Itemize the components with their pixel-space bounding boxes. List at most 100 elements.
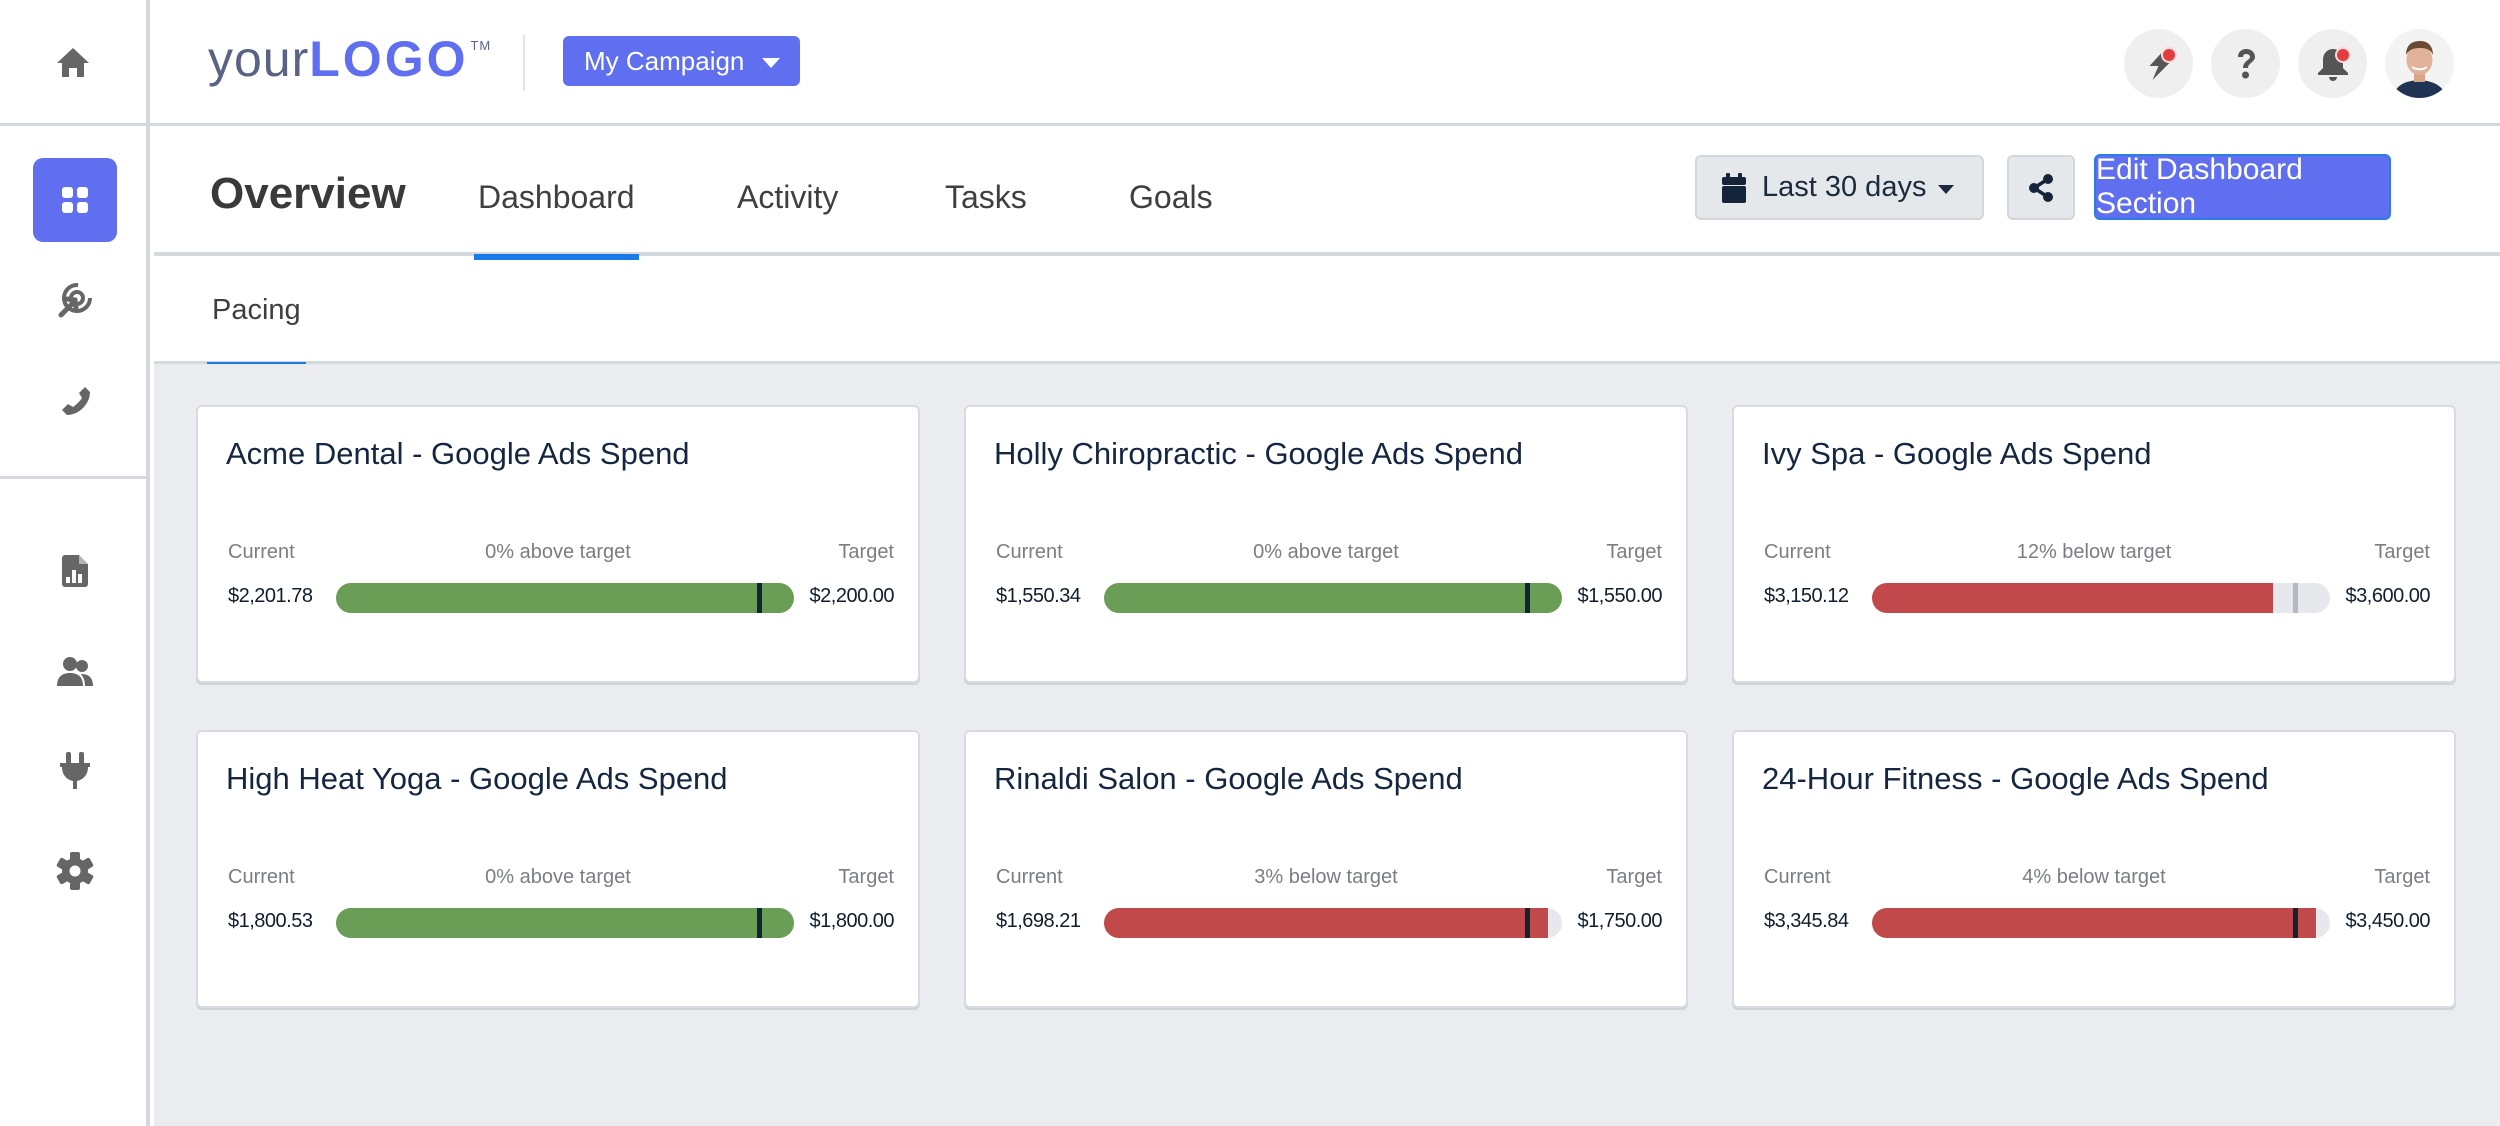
target-icon xyxy=(57,282,93,318)
help-button[interactable] xyxy=(2211,29,2280,98)
caret-down-icon xyxy=(762,58,781,68)
avatar-image xyxy=(2385,29,2454,98)
target-value: $1,550.00 xyxy=(1577,585,1663,607)
card-title: Acme Dental - Google Ads Spend xyxy=(226,436,690,471)
sidebar-item-home[interactable] xyxy=(0,12,146,112)
pacing-bar-track xyxy=(1104,908,1562,938)
pacing-bar-track xyxy=(336,908,794,938)
report-icon xyxy=(62,555,88,587)
sidebar-item-campaigns[interactable] xyxy=(0,250,150,350)
caret-down-icon xyxy=(1938,185,1955,194)
pacing-bar-fill xyxy=(1104,908,1549,938)
user-avatar[interactable] xyxy=(2385,29,2454,98)
share-button[interactable] xyxy=(2007,155,2075,220)
sidebar-item-settings[interactable] xyxy=(0,821,150,921)
top-header: yourLOGO TM My Campaign xyxy=(150,0,2500,126)
pacing-status: 0% above target xyxy=(1253,541,1399,563)
target-label: Target xyxy=(2374,866,2430,888)
pacing-status: 0% above target xyxy=(485,541,631,563)
card-title: Rinaldi Salon - Google Ads Spend xyxy=(994,761,1463,796)
pacing-bar-track xyxy=(1104,583,1562,613)
tab-goals[interactable]: Goals xyxy=(1129,179,1213,256)
current-value: $3,150.12 xyxy=(1764,585,1849,607)
target-value: $2,200.00 xyxy=(809,585,895,607)
pacing-marker xyxy=(2293,583,2299,613)
target-value: $1,800.00 xyxy=(809,910,895,932)
date-range-label: Last 30 days xyxy=(1762,171,1927,203)
subtab-pacing[interactable]: Pacing xyxy=(207,294,306,368)
pacing-status: 12% below target xyxy=(2016,541,2172,563)
pacing-card[interactable]: Acme Dental - Google Ads Spend Current 0… xyxy=(196,405,920,683)
pacing-status: 4% below target xyxy=(2022,866,2166,888)
pacing-card[interactable]: Holly Chiropractic - Google Ads Spend Cu… xyxy=(964,405,1688,683)
page-tabs-bar: Overview Dashboard Activity Tasks Goals … xyxy=(154,129,2500,260)
calendar-icon xyxy=(1722,172,1746,203)
pacing-card[interactable]: Ivy Spa - Google Ads Spend Current 12% b… xyxy=(1732,405,2456,683)
plug-icon xyxy=(60,752,90,790)
target-label: Target xyxy=(838,541,894,563)
pacing-card[interactable]: Rinaldi Salon - Google Ads Spend Current… xyxy=(964,730,1688,1008)
current-value: $1,550.34 xyxy=(996,585,1081,607)
sidebar-item-integrations[interactable] xyxy=(0,721,150,821)
tab-dashboard[interactable]: Dashboard xyxy=(474,179,639,260)
share-icon xyxy=(2029,173,2053,202)
edit-dashboard-section-button[interactable]: Edit Dashboard Section xyxy=(2094,153,2391,220)
notification-dot xyxy=(2337,49,2349,61)
sidebar-item-users[interactable] xyxy=(0,621,150,721)
home-icon xyxy=(55,46,91,78)
sidebar-item-dashboard[interactable] xyxy=(0,150,150,250)
phone-icon xyxy=(59,384,91,416)
target-value: $1,750.00 xyxy=(1577,910,1663,932)
target-label: Target xyxy=(838,866,894,888)
card-title: Ivy Spa - Google Ads Spend xyxy=(1762,436,2152,471)
target-label: Target xyxy=(1606,541,1662,563)
current-value: $1,698.21 xyxy=(996,910,1081,932)
gear-icon xyxy=(56,852,94,890)
grid-icon xyxy=(62,187,88,213)
pacing-marker xyxy=(2293,908,2299,938)
card-title: Holly Chiropractic - Google Ads Spend xyxy=(994,436,1523,471)
logo[interactable]: yourLOGO TM xyxy=(208,30,491,88)
header-actions xyxy=(2124,29,2454,98)
current-value: $1,800.53 xyxy=(228,910,313,932)
page-title: Overview xyxy=(210,169,406,218)
notification-dot xyxy=(2163,49,2175,61)
pacing-bar-fill xyxy=(1872,583,2273,613)
pacing-bar-track xyxy=(1872,583,2330,613)
notifications-button[interactable] xyxy=(2298,29,2367,98)
sidebar xyxy=(0,0,150,1126)
target-value: $3,450.00 xyxy=(2345,910,2431,932)
tab-activity[interactable]: Activity xyxy=(737,179,838,256)
card-title: High Heat Yoga - Google Ads Spend xyxy=(226,761,728,796)
sidebar-item-reports[interactable] xyxy=(0,521,150,621)
pacing-bar-fill xyxy=(336,583,794,613)
current-value: $3,345.84 xyxy=(1764,910,1849,932)
current-value: $2,201.78 xyxy=(228,585,313,607)
pacing-card[interactable]: High Heat Yoga - Google Ads Spend Curren… xyxy=(196,730,920,1008)
sub-tabs-bar: Pacing xyxy=(154,260,2500,368)
pacing-bar-track xyxy=(336,583,794,613)
users-icon xyxy=(57,656,93,686)
pacing-bar-fill xyxy=(1872,908,2317,938)
pacing-bar-fill xyxy=(336,908,794,938)
tab-tasks[interactable]: Tasks xyxy=(945,179,1027,256)
target-label: Target xyxy=(2374,541,2430,563)
pacing-status: 3% below target xyxy=(1254,866,1398,888)
pacing-marker xyxy=(1525,583,1531,613)
dashboard-content: Acme Dental - Google Ads Spend Current 0… xyxy=(154,364,2500,1126)
pacing-marker xyxy=(1525,908,1531,938)
sidebar-item-calls[interactable] xyxy=(0,350,150,450)
header-divider xyxy=(523,35,525,91)
pacing-marker xyxy=(757,908,763,938)
pacing-status: 0% above target xyxy=(485,866,631,888)
target-label: Target xyxy=(1606,866,1662,888)
pacing-bar-fill xyxy=(1104,583,1562,613)
campaign-dropdown[interactable]: My Campaign xyxy=(563,36,800,86)
pacing-card[interactable]: 24-Hour Fitness - Google Ads Spend Curre… xyxy=(1732,730,2456,1008)
quick-actions-button[interactable] xyxy=(2124,29,2193,98)
date-range-dropdown[interactable]: Last 30 days xyxy=(1695,155,1984,220)
pacing-cards-grid: Acme Dental - Google Ads Spend Current 0… xyxy=(196,405,2456,1008)
pacing-marker xyxy=(757,583,763,613)
pacing-bar-track xyxy=(1872,908,2330,938)
card-title: 24-Hour Fitness - Google Ads Spend xyxy=(1762,761,2269,796)
